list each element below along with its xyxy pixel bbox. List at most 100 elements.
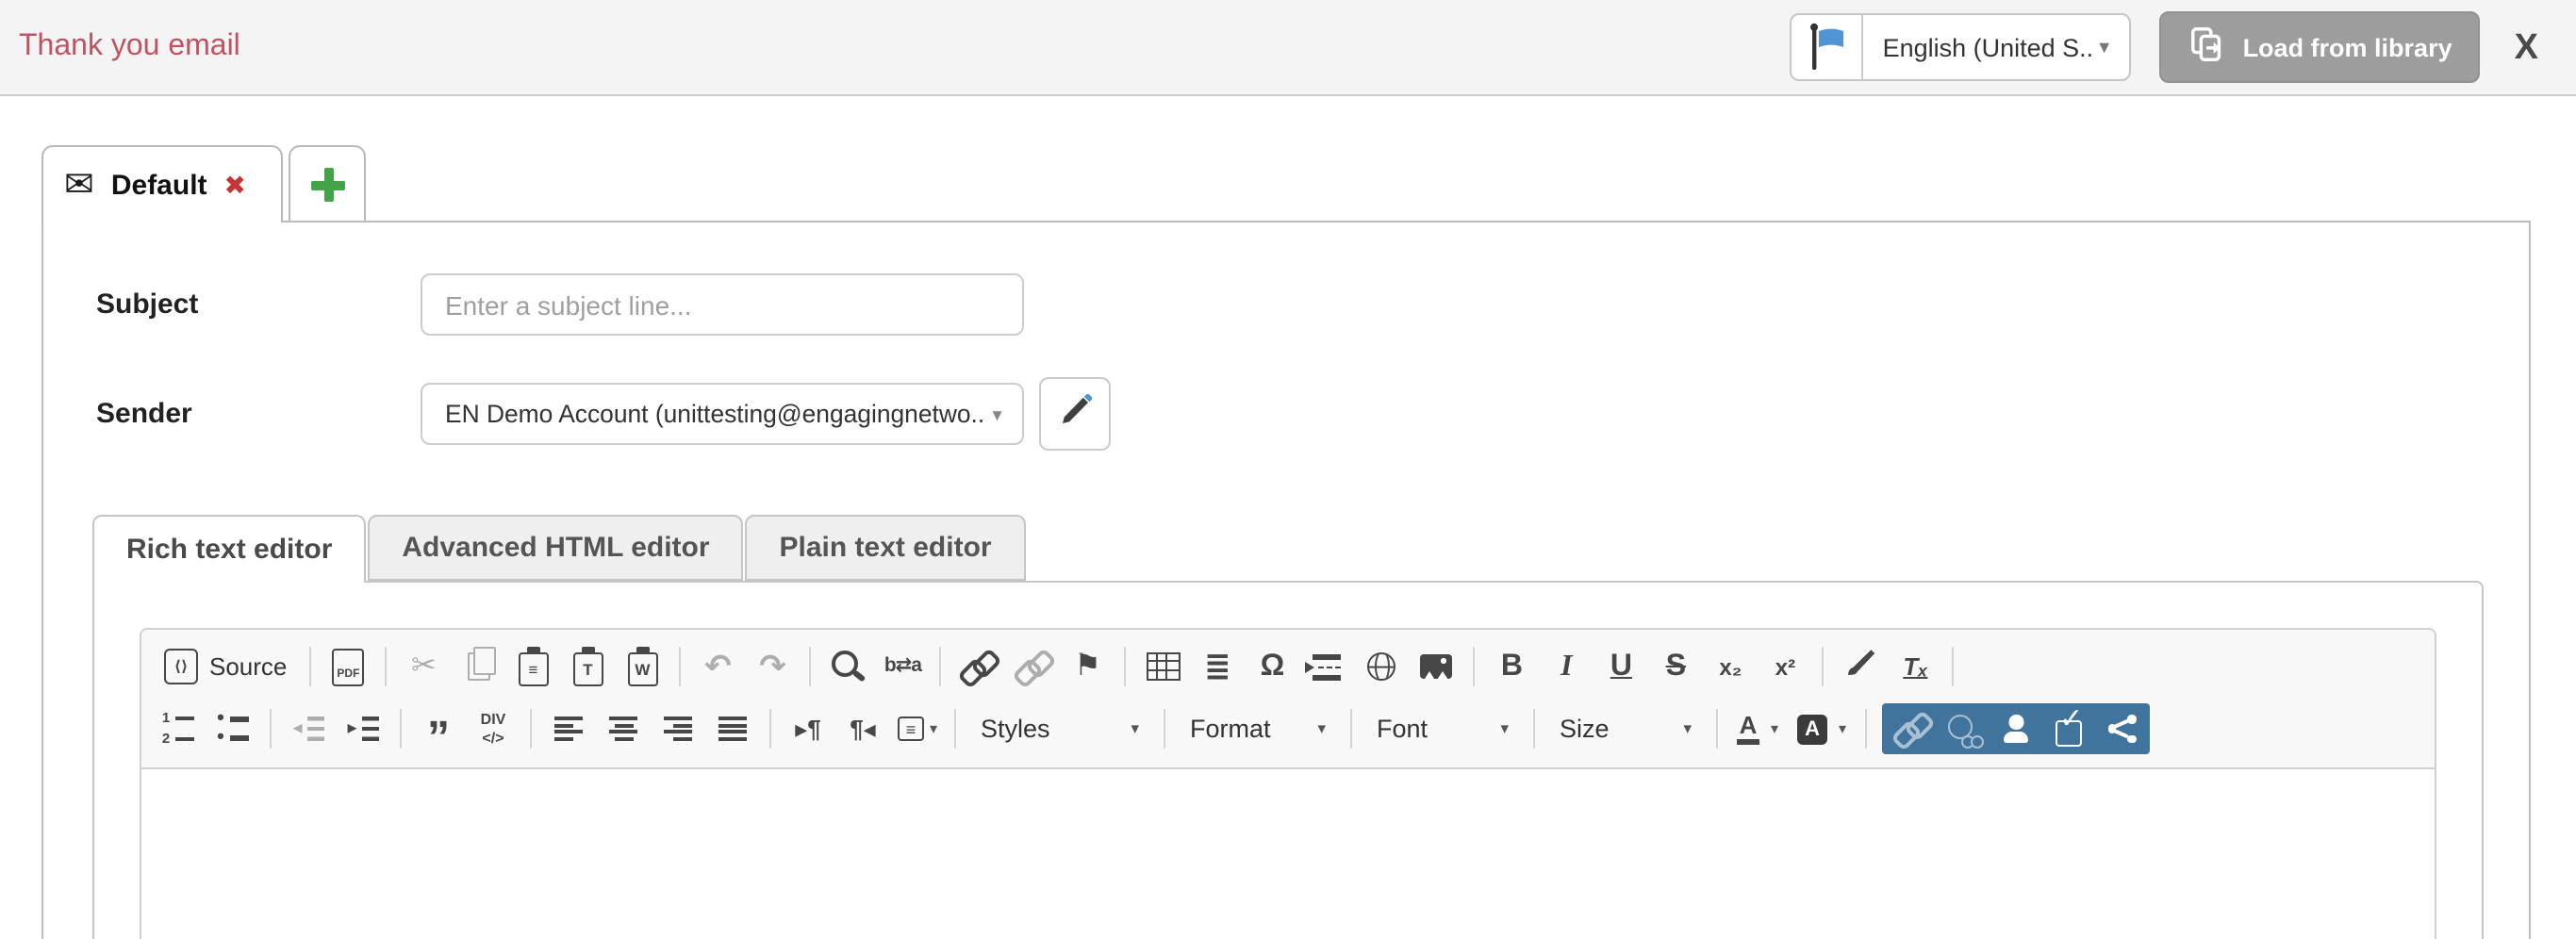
redo-icon: ↷ (759, 651, 786, 683)
combo-caret-icon: ▾ (1683, 718, 1692, 739)
text-color-button[interactable]: A ▾ (1727, 703, 1788, 754)
load-from-library-button[interactable]: Load from library (2160, 11, 2481, 83)
italic-button[interactable]: I (1541, 641, 1592, 692)
tab-rich-text-editor[interactable]: Rich text editor (92, 515, 366, 583)
text-direction-rtl-button[interactable]: ¶◂ (837, 703, 888, 754)
justify-icon (718, 717, 747, 741)
table-button[interactable] (1137, 641, 1188, 692)
tab-close-icon[interactable]: ✖ (224, 169, 246, 201)
bold-button[interactable]: B (1486, 641, 1537, 692)
globe-icon (1367, 652, 1395, 681)
email-version-tabs: ✉ Default ✖ (41, 145, 366, 222)
separator (1865, 709, 1867, 749)
remove-format-button[interactable]: Tₓ (1890, 641, 1940, 692)
separator (1473, 647, 1475, 686)
sender-caret-icon: ▼ (989, 404, 1005, 423)
close-modal-button[interactable]: X (2515, 29, 2538, 65)
page-break-button[interactable] (1301, 641, 1352, 692)
superscript-button[interactable]: x² (1759, 641, 1810, 692)
source-button[interactable]: ⟨⟩ Source (153, 641, 298, 692)
editor-content-area[interactable] (141, 767, 2435, 939)
language-button[interactable]: ≡ ▾ (892, 703, 943, 754)
styles-combo[interactable]: Styles ▾ (966, 703, 1154, 754)
tab-plain-text-editor[interactable]: Plain text editor (746, 515, 1026, 581)
div-container-icon: DIV</> (481, 712, 506, 747)
page-break-icon (1313, 653, 1341, 680)
superscript-icon: x² (1775, 655, 1795, 678)
en-insert-form-block-button[interactable] (2042, 703, 2095, 754)
blockquote-button[interactable]: ” (413, 703, 464, 754)
export-pdf-button[interactable]: PDF (322, 641, 373, 692)
subscript-button[interactable]: x₂ (1705, 641, 1756, 692)
increase-indent-icon: ▸ (347, 717, 378, 741)
iframe-button[interactable] (1356, 641, 1407, 692)
image-button[interactable] (1411, 641, 1461, 692)
strikethrough-button[interactable]: S (1650, 641, 1701, 692)
background-color-button[interactable]: A ▾ (1788, 703, 1856, 754)
separator (769, 709, 771, 749)
en-insert-link-button[interactable] (1884, 703, 1937, 754)
library-icon (2188, 25, 2228, 70)
separator (1822, 647, 1824, 686)
anchor-button[interactable]: ⚑ (1062, 641, 1113, 692)
separator (954, 709, 956, 749)
remove-format-icon: Tₓ (1903, 654, 1927, 679)
paste-from-word-button[interactable]: W (617, 641, 668, 692)
tab-advanced-html-editor[interactable]: Advanced HTML editor (368, 515, 743, 581)
subject-label: Subject (96, 288, 421, 321)
ltr-icon: ▸¶ (795, 717, 821, 741)
separator (679, 647, 681, 686)
language-value: English (United S... (1864, 33, 2096, 61)
load-from-library-label: Load from library (2243, 33, 2452, 61)
toolbar-row-1: ⟨⟩ Source PDF ✂ ≡ T W (151, 635, 2425, 698)
language-selector[interactable]: English (United S... ▼ (1791, 13, 2132, 81)
separator (1350, 709, 1352, 749)
editor-tab-content: ⟨⟩ Source PDF ✂ ≡ T W (92, 581, 2484, 939)
separator (1716, 709, 1718, 749)
en-share-icon (2107, 715, 2136, 743)
find-button[interactable] (822, 641, 873, 692)
thank-you-email-modal: Thank you email English (United S... ▼ (0, 0, 2576, 939)
paste-icon: ≡ (518, 651, 548, 685)
separator (270, 709, 272, 749)
align-center-button[interactable] (598, 703, 649, 754)
justify-button[interactable] (707, 703, 758, 754)
text-direction-ltr-button[interactable]: ▸¶ (783, 703, 834, 754)
en-share-button[interactable] (2095, 703, 2148, 754)
link-button[interactable] (952, 641, 1003, 692)
size-combo[interactable]: Size ▾ (1544, 703, 1707, 754)
replace-button[interactable]: b⇄a (877, 641, 928, 692)
separator (809, 647, 811, 686)
add-tab-button[interactable] (289, 145, 366, 221)
horizontal-line-button[interactable]: ≣ (1192, 641, 1243, 692)
align-right-button[interactable] (652, 703, 703, 754)
email-panel: Subject Sender EN Demo Account (unittest… (41, 221, 2531, 939)
paste-as-text-button[interactable]: T (562, 641, 613, 692)
size-combo-label: Size (1560, 715, 1610, 743)
bulleted-list-button[interactable]: •• (207, 703, 258, 754)
edit-sender-button[interactable] (1039, 377, 1111, 451)
subject-input[interactable] (421, 273, 1024, 336)
pencil-icon (1057, 391, 1093, 437)
underline-button[interactable]: U (1595, 641, 1646, 692)
font-combo[interactable]: Font ▾ (1362, 703, 1524, 754)
export-pdf-icon: PDF (332, 648, 364, 685)
align-left-button[interactable] (543, 703, 594, 754)
en-social-link-button[interactable] (1937, 703, 1990, 754)
paste-button[interactable]: ≡ (507, 641, 558, 692)
special-character-button[interactable]: Ω (1247, 641, 1297, 692)
div-container-button[interactable]: DIV</> (468, 703, 519, 754)
redo-button: ↷ (747, 641, 798, 692)
tab-default[interactable]: ✉ Default ✖ (41, 145, 283, 222)
copy-formatting-button[interactable] (1835, 641, 1886, 692)
increase-indent-button[interactable]: ▸ (338, 703, 388, 754)
numbered-list-button[interactable]: 12 (153, 703, 204, 754)
numbered-list-icon: 12 (162, 712, 194, 747)
sender-value: EN Demo Account (unittesting@engagingnet… (445, 400, 982, 428)
horizontal-line-icon: ≣ (1204, 651, 1231, 683)
format-combo[interactable]: Format ▾ (1175, 703, 1341, 754)
en-insert-contact-data-button[interactable] (1990, 703, 2042, 754)
decrease-indent-button: ◂ (283, 703, 334, 754)
sender-select[interactable]: EN Demo Account (unittesting@engagingnet… (421, 383, 1024, 445)
decrease-indent-icon: ◂ (292, 717, 323, 741)
